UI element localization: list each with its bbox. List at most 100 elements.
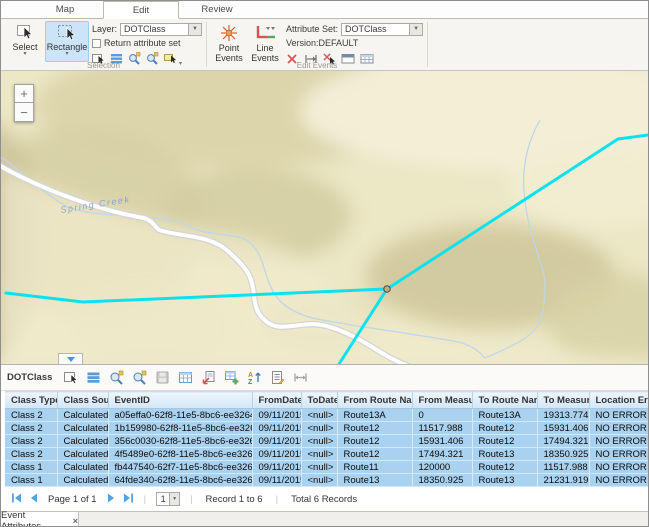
cell[interactable]: <null> [301, 409, 337, 422]
cell[interactable]: 09/11/2015 [252, 474, 301, 487]
cell[interactable]: 18350.925 [412, 474, 472, 487]
cell[interactable]: <null> [301, 435, 337, 448]
cell[interactable]: NO ERROR [589, 422, 648, 435]
cell[interactable]: Route12 [337, 422, 412, 435]
cell[interactable]: 15931.406 [412, 435, 472, 448]
cell[interactable]: 11517.988 [537, 461, 589, 474]
tab-edit[interactable]: Edit [103, 1, 179, 19]
cell[interactable]: Route13 [472, 474, 537, 487]
zoom-out-button[interactable]: − [14, 103, 34, 122]
cell[interactable]: Calculated [57, 461, 108, 474]
save-icon[interactable] [154, 369, 171, 386]
cell[interactable]: NO ERROR [589, 474, 648, 487]
cell[interactable]: 356c0030-62f8-11e5-8bc6-ee32641d5ec9 [108, 435, 252, 448]
tab-review[interactable]: Review [179, 1, 255, 18]
cell[interactable]: NO ERROR [589, 448, 648, 461]
column-header[interactable]: From Route Name [337, 392, 412, 409]
sort-icon[interactable]: AZ [246, 369, 263, 386]
cell[interactable]: 18350.925 [537, 448, 589, 461]
cell[interactable]: 15931.406 [537, 422, 589, 435]
previous-page-button[interactable] [29, 493, 38, 506]
table-row[interactable]: Class 2Calculateda05effa0-62f8-11e5-8bc6… [5, 409, 648, 422]
column-header[interactable]: Class Source [57, 392, 108, 409]
page-number-dropdown[interactable]: 1 ▼ [156, 492, 180, 506]
event-attributes-tab[interactable]: Event Attributes × [1, 512, 79, 527]
add-record-icon[interactable] [223, 369, 240, 386]
cell[interactable]: Calculated [57, 474, 108, 487]
cell[interactable]: 11517.988 [412, 422, 472, 435]
cell[interactable]: Route13 [337, 474, 412, 487]
cell[interactable]: <null> [301, 461, 337, 474]
cell[interactable]: 1b159980-62f8-11e5-8bc6-ee32641d5ec9 [108, 422, 252, 435]
select-button[interactable]: Select ▾ [5, 21, 45, 62]
first-page-button[interactable] [11, 493, 22, 506]
return-attribute-set-checkbox[interactable] [92, 39, 101, 48]
column-header[interactable]: FromDate [252, 392, 301, 409]
cell[interactable]: 17494.321 [537, 435, 589, 448]
show-selection-icon[interactable] [85, 369, 102, 386]
attribute-set-dropdown[interactable]: DOTClass ▼ [341, 23, 423, 36]
locate-event-icon[interactable] [200, 369, 217, 386]
edit-notes-icon[interactable] [269, 369, 286, 386]
cell[interactable]: <null> [301, 422, 337, 435]
table-row[interactable]: Class 2Calculated356c0030-62f8-11e5-8bc6… [5, 435, 648, 448]
cell[interactable]: a05effa0-62f8-11e5-8bc6-ee32641d5ec9 [108, 409, 252, 422]
point-events-button[interactable]: Point Events [211, 21, 247, 62]
last-page-button[interactable] [123, 493, 134, 506]
dropdown-arrow-icon[interactable]: ▼ [409, 24, 422, 35]
next-page-button[interactable] [107, 493, 116, 506]
cell[interactable]: Route12 [472, 435, 537, 448]
column-header[interactable]: Location Error [589, 392, 648, 409]
attribute-grid-icon[interactable] [177, 369, 194, 386]
cell[interactable]: Calculated [57, 448, 108, 461]
cell[interactable]: NO ERROR [589, 461, 648, 474]
cell[interactable]: 09/11/2015 [252, 435, 301, 448]
layer-dropdown[interactable]: DOTClass ▼ [120, 23, 202, 36]
rectangle-button[interactable]: Rectangle ▾ [45, 21, 89, 62]
cell[interactable]: NO ERROR [589, 435, 648, 448]
zoom-to-selection-icon[interactable] [108, 369, 125, 386]
cell[interactable]: <null> [301, 448, 337, 461]
column-header[interactable]: From Measure [412, 392, 472, 409]
select-records-icon[interactable] [62, 369, 79, 386]
line-events-button[interactable]: Line Events [247, 21, 283, 62]
cell[interactable]: Class 2 [5, 422, 57, 435]
table-row[interactable]: Class 2Calculated4f5489e0-62f8-11e5-8bc6… [5, 448, 648, 461]
cell[interactable]: 09/11/2015 [252, 461, 301, 474]
cell[interactable]: Route12 [472, 461, 537, 474]
cell[interactable]: Route12 [472, 422, 537, 435]
cell[interactable]: Calculated [57, 422, 108, 435]
zoom-in-button[interactable]: + [14, 84, 34, 103]
column-header[interactable]: To Route Name [472, 392, 537, 409]
cell[interactable]: Class 2 [5, 409, 57, 422]
tab-map[interactable]: Map [27, 1, 103, 18]
column-header[interactable]: To Measure [537, 392, 589, 409]
collapse-panel-button[interactable] [58, 353, 83, 364]
cell[interactable]: 19313.774 [537, 409, 589, 422]
measure-icon[interactable] [292, 369, 309, 386]
cell[interactable]: 09/11/2015 [252, 422, 301, 435]
table-row[interactable]: Class 1Calculatedfb447540-62f7-11e5-8bc6… [5, 461, 648, 474]
cell[interactable]: fb447540-62f7-11e5-8bc6-ee32641d5ec9 [108, 461, 252, 474]
map-canvas[interactable]: Spring Creek + − [1, 71, 648, 364]
cell[interactable]: NO ERROR [589, 409, 648, 422]
cell[interactable]: Route12 [337, 448, 412, 461]
cell[interactable]: 17494.321 [412, 448, 472, 461]
cell[interactable]: Class 2 [5, 448, 57, 461]
column-header[interactable]: Class Type [5, 392, 57, 409]
cell[interactable]: Route13 [472, 448, 537, 461]
dropdown-arrow-icon[interactable]: ▼ [188, 24, 201, 35]
close-icon[interactable]: × [73, 516, 78, 526]
cell[interactable]: Class 2 [5, 435, 57, 448]
cell[interactable]: 4f5489e0-62f8-11e5-8bc6-ee32641d5ec9 [108, 448, 252, 461]
cell[interactable]: Class 1 [5, 474, 57, 487]
dropdown-arrow-icon[interactable]: ▼ [169, 493, 179, 505]
cell[interactable]: 120000 [412, 461, 472, 474]
cell[interactable]: Route12 [337, 435, 412, 448]
cell[interactable]: Route13A [472, 409, 537, 422]
column-header[interactable]: ToDate [301, 392, 337, 409]
cell[interactable]: 0 [412, 409, 472, 422]
cell[interactable]: 21231.919 [537, 474, 589, 487]
pan-to-selection-icon[interactable] [131, 369, 148, 386]
cell[interactable]: Calculated [57, 435, 108, 448]
